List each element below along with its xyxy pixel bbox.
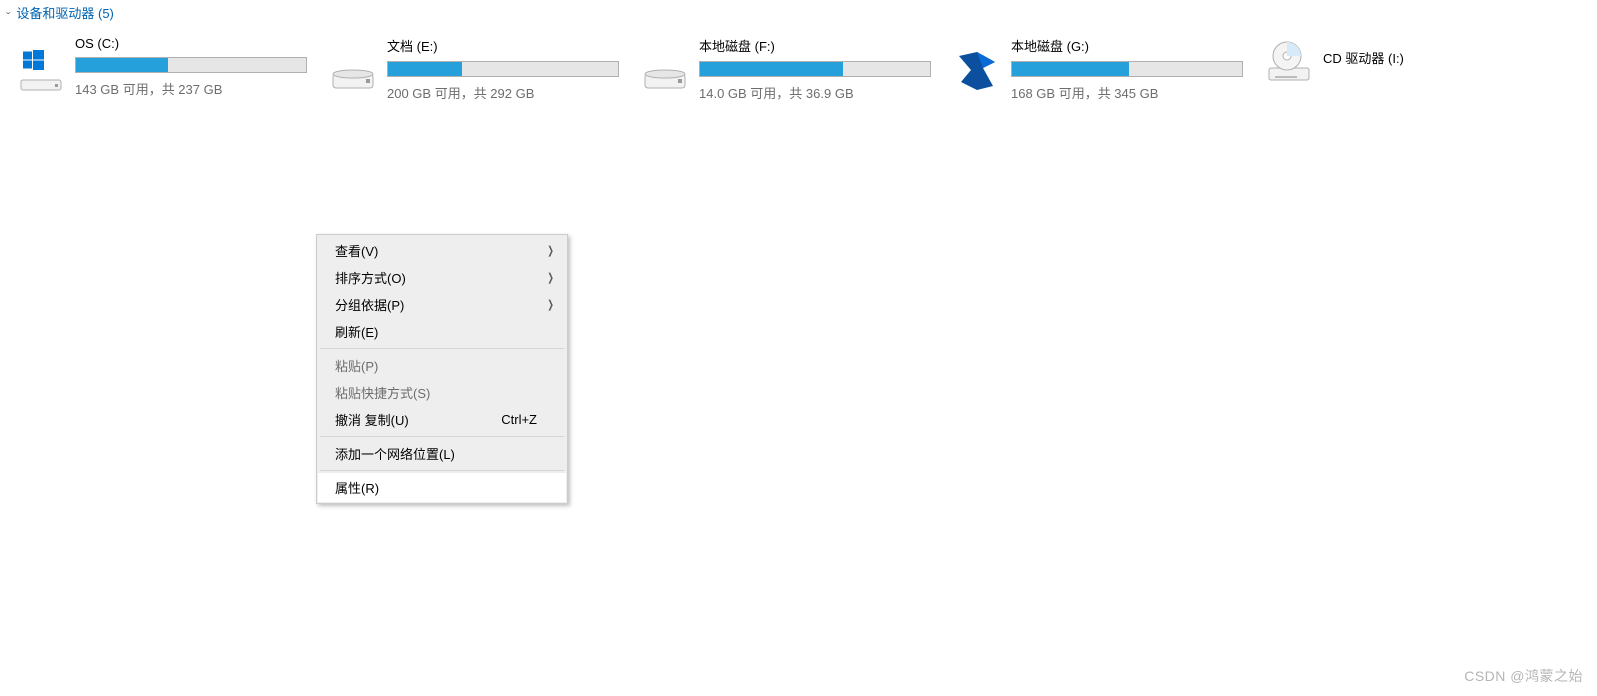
menu-paste: 粘贴(P) bbox=[319, 352, 565, 379]
chevron-down-icon: ⌄ bbox=[4, 9, 12, 17]
watermark-text: CSDN @鸿蒙之始 bbox=[1464, 666, 1583, 686]
menu-separator bbox=[320, 348, 564, 349]
menu-add-network-location[interactable]: 添加一个网络位置(L) bbox=[319, 440, 565, 467]
menu-label: 添加一个网络位置(L) bbox=[335, 444, 455, 463]
menu-label: 刷新(E) bbox=[335, 322, 378, 341]
context-menu: 查看(V) ❯ 排序方式(O) ❯ 分组依据(P) ❯ 刷新(E) 粘贴(P) … bbox=[316, 234, 568, 504]
drives-row: OS (C:) 143 GB 可用，共 237 GB 文档 (E:) 200 G… bbox=[15, 30, 1582, 102]
menu-separator bbox=[320, 470, 564, 471]
drive-e[interactable]: 文档 (E:) 200 GB 可用，共 292 GB bbox=[327, 30, 639, 102]
menu-refresh[interactable]: 刷新(E) bbox=[319, 318, 565, 345]
drive-subtext: 200 GB 可用，共 292 GB bbox=[387, 83, 619, 102]
usage-fill bbox=[1012, 62, 1129, 76]
bird-logo-icon bbox=[951, 44, 1003, 96]
hdd-icon bbox=[327, 44, 379, 96]
drive-subtext: 14.0 GB 可用，共 36.9 GB bbox=[699, 83, 931, 102]
drive-c[interactable]: OS (C:) 143 GB 可用，共 237 GB bbox=[15, 30, 327, 102]
drive-title: CD 驱动器 (I:) bbox=[1323, 48, 1404, 67]
usage-bar bbox=[1011, 61, 1243, 77]
drive-title: OS (C:) bbox=[75, 36, 307, 51]
windows-drive-icon bbox=[15, 44, 67, 96]
drive-title: 文档 (E:) bbox=[387, 36, 619, 55]
menu-label: 撤消 复制(U) bbox=[335, 410, 409, 429]
chevron-right-icon: ❯ bbox=[547, 244, 553, 257]
usage-bar bbox=[387, 61, 619, 77]
section-header[interactable]: ⌄ 设备和驱动器 (5) bbox=[4, 3, 114, 22]
drive-subtext: 143 GB 可用，共 237 GB bbox=[75, 79, 307, 98]
menu-undo-copy[interactable]: 撤消 复制(U) Ctrl+Z bbox=[319, 406, 565, 433]
drive-g[interactable]: 本地磁盘 (G:) 168 GB 可用，共 345 GB bbox=[951, 30, 1263, 102]
drive-title: 本地磁盘 (F:) bbox=[699, 36, 931, 55]
menu-label: 属性(R) bbox=[335, 478, 379, 497]
usage-bar bbox=[75, 57, 307, 73]
usage-bar bbox=[699, 61, 931, 77]
menu-label: 排序方式(O) bbox=[335, 268, 406, 287]
menu-label: 分组依据(P) bbox=[335, 295, 404, 314]
section-title: 设备和驱动器 (5) bbox=[16, 3, 114, 22]
drive-f[interactable]: 本地磁盘 (F:) 14.0 GB 可用，共 36.9 GB bbox=[639, 30, 951, 102]
menu-label: 粘贴快捷方式(S) bbox=[335, 383, 430, 402]
menu-group[interactable]: 分组依据(P) ❯ bbox=[319, 291, 565, 318]
menu-view[interactable]: 查看(V) ❯ bbox=[319, 237, 565, 264]
usage-fill bbox=[76, 58, 168, 72]
usage-fill bbox=[700, 62, 843, 76]
hdd-icon bbox=[639, 44, 691, 96]
menu-separator bbox=[320, 436, 564, 437]
usage-fill bbox=[388, 62, 462, 76]
menu-label: 粘贴(P) bbox=[335, 356, 378, 375]
drive-i-cd[interactable]: CD 驱动器 (I:) bbox=[1263, 30, 1575, 102]
menu-sort[interactable]: 排序方式(O) ❯ bbox=[319, 264, 565, 291]
chevron-right-icon: ❯ bbox=[547, 271, 553, 284]
menu-label: 查看(V) bbox=[335, 241, 378, 260]
menu-paste-shortcut: 粘贴快捷方式(S) bbox=[319, 379, 565, 406]
drive-subtext: 168 GB 可用，共 345 GB bbox=[1011, 83, 1243, 102]
menu-properties[interactable]: 属性(R) bbox=[319, 474, 565, 501]
chevron-right-icon: ❯ bbox=[547, 298, 553, 311]
drive-title: 本地磁盘 (G:) bbox=[1011, 36, 1243, 55]
cd-drive-icon bbox=[1263, 36, 1315, 88]
menu-shortcut: Ctrl+Z bbox=[501, 412, 537, 427]
